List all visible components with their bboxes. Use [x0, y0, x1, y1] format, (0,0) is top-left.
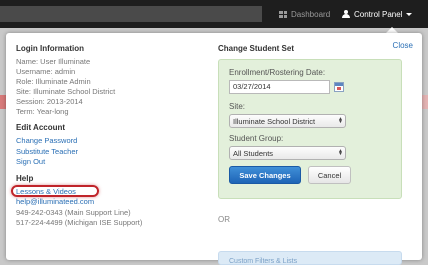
- custom-filters-panel: Custom Filters & Lists: [218, 251, 402, 265]
- edit-account-heading: Edit Account: [16, 123, 66, 132]
- info-site: Site: Illuminate School District: [16, 87, 116, 96]
- help-heading: Help: [16, 173, 34, 183]
- student-group-select[interactable]: All Students ▲ ▼: [229, 146, 346, 160]
- student-set-form: Enrollment/Rostering Date: 03/27/2014 Si…: [218, 59, 402, 199]
- nav-control-panel-label: Control Panel: [354, 9, 403, 19]
- help-email-link[interactable]: help@illuminateed.com: [16, 197, 206, 208]
- calendar-icon[interactable]: [334, 82, 344, 92]
- select-arrows-icon: ▲ ▼: [338, 148, 343, 157]
- or-separator: OR: [218, 215, 230, 224]
- account-column: Login Information Name: User Illuminate …: [11, 44, 206, 228]
- navbar-search-area: [0, 6, 262, 22]
- info-username: Username: admin: [16, 67, 76, 76]
- student-group-value: All Students: [233, 149, 274, 158]
- login-info-heading: Login Information: [16, 44, 84, 53]
- site-label: Site:: [229, 102, 246, 111]
- lessons-videos-wrapper: Lessons & Videos: [11, 184, 99, 198]
- highlight-ring: [11, 184, 99, 197]
- dashboard-grid-icon: [279, 10, 287, 18]
- nav-dashboard[interactable]: Dashboard: [279, 8, 330, 20]
- substitute-teacher-link[interactable]: Substitute Teacher: [16, 147, 206, 158]
- enrollment-date-label: Enrollment/Rostering Date:: [229, 68, 326, 77]
- control-panel-dropdown: Login Information Name: User Illuminate …: [6, 33, 422, 265]
- save-changes-button[interactable]: Save Changes: [229, 166, 301, 184]
- change-password-link[interactable]: Change Password: [16, 136, 206, 147]
- sign-out-link[interactable]: Sign Out: [16, 157, 206, 168]
- select-arrows-icon: ▲ ▼: [338, 116, 343, 125]
- info-session: Session: 2013-2014: [16, 97, 83, 106]
- michigan-support-phone: 517-224-4499 (Michigan ISE Support): [16, 217, 143, 227]
- site-select-value: Illuminate School District: [233, 117, 316, 126]
- student-set-column: Change Student Set Enrollment/Rostering …: [218, 44, 414, 224]
- background-alert-edge-right: [422, 95, 428, 109]
- chevron-down-icon: [406, 12, 413, 16]
- site-select[interactable]: Illuminate School District ▲ ▼: [229, 114, 346, 128]
- nav-control-panel[interactable]: Control Panel: [342, 8, 413, 20]
- info-term: Term: Year-long: [16, 107, 69, 116]
- nav-dashboard-label: Dashboard: [291, 9, 331, 19]
- enrollment-date-input[interactable]: 03/27/2014: [229, 80, 330, 94]
- info-name: Name: User Illuminate: [16, 57, 91, 66]
- info-role: Role: Illuminate Admin: [16, 77, 91, 86]
- student-group-label: Student Group:: [229, 134, 284, 143]
- top-navbar: Dashboard Control Panel: [0, 0, 428, 28]
- user-icon: [342, 10, 350, 18]
- cancel-button[interactable]: Cancel: [308, 166, 351, 184]
- custom-filters-title: Custom Filters & Lists: [229, 258, 298, 265]
- change-student-set-heading: Change Student Set: [218, 44, 295, 53]
- main-support-phone: 949-242-0343 (Main Support Line): [16, 207, 131, 217]
